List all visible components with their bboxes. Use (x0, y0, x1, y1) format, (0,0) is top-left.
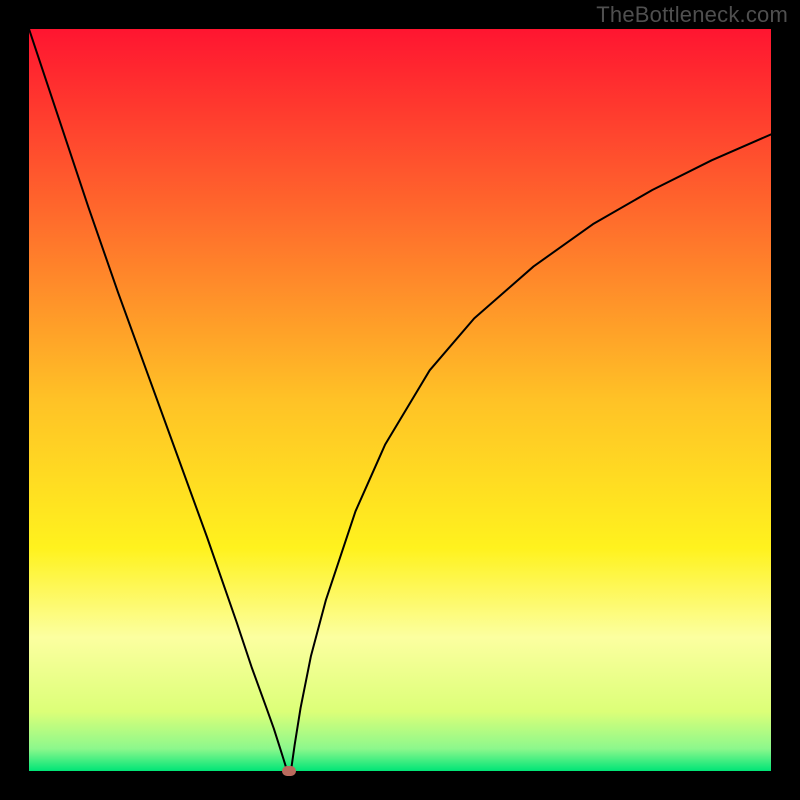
chart-frame: TheBottleneck.com (0, 0, 800, 800)
plot-area (29, 29, 771, 771)
attribution-text: TheBottleneck.com (596, 2, 788, 28)
chart-svg (29, 29, 771, 771)
optimal-marker (282, 766, 296, 776)
chart-background (29, 29, 771, 771)
